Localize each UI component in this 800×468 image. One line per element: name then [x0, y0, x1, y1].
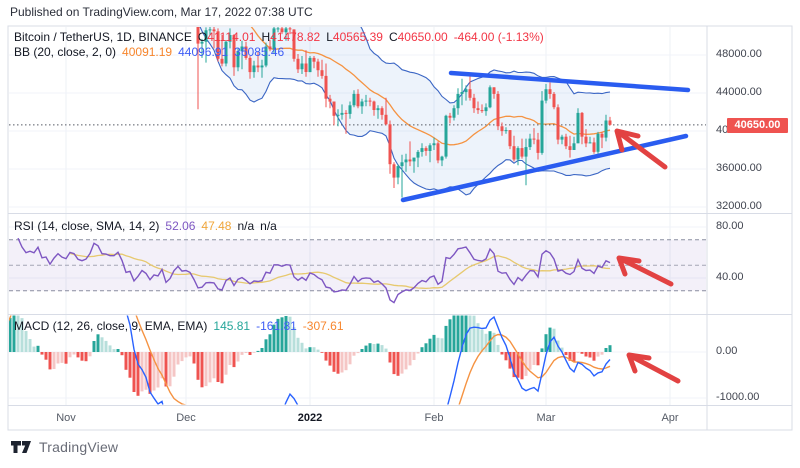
macd-axis-label: 0.00 [716, 345, 738, 357]
macd-title: MACD (12, 26, close, 9, EMA, EMA) [14, 319, 208, 333]
last-price-tag: 40650.00 [727, 118, 788, 133]
symbol-legend-row: Bitcoin / TetherUS, 1D, BINANCE O41114.01… [14, 30, 544, 45]
tradingview-brand-text: TradingView [39, 439, 119, 455]
symbol-title: Bitcoin / TetherUS, 1D, BINANCE [14, 30, 192, 44]
chart-canvas[interactable] [0, 0, 800, 468]
rsi-axis-label: 40.00 [716, 271, 744, 283]
rsi-sma-value: 47.48 [201, 219, 232, 233]
change-value: -464.00 (-1.13%) [453, 30, 544, 44]
rsi-na1: n/a [237, 219, 255, 233]
time-axis-label: Nov [56, 412, 76, 424]
macd-signal-value: -307.61 [302, 319, 344, 333]
tradingview-logo-icon [11, 441, 31, 453]
time-axis-label: Apr [661, 412, 679, 424]
macd-value: -161.81 [256, 319, 297, 333]
tradingview-footer[interactable]: TradingView [10, 438, 118, 456]
time-axis-label: Mar [536, 412, 556, 424]
published-caption: Published on TradingView.com, Mar 17, 20… [10, 5, 313, 19]
time-axis-label: Feb [424, 412, 444, 424]
published-chart-image: Published on TradingView.com, Mar 17, 20… [0, 0, 800, 468]
rsi-na2: n/a [260, 219, 277, 233]
bb-title: BB (20, close, 2, 0) [14, 45, 117, 59]
high-label: H [261, 30, 271, 44]
rsi-title: RSI (14, close, SMA, 14, 2) [14, 219, 160, 233]
close-value: 40650.00 [397, 30, 448, 44]
low-label: L [326, 30, 333, 44]
price-axis-label: 32000.00 [716, 200, 762, 212]
symbol-legend: Bitcoin / TetherUS, 1D, BINANCE O41114.01… [14, 30, 544, 60]
price-axis-label: 36000.00 [716, 162, 762, 174]
bb-basis-value: 40091.19 [122, 45, 173, 59]
bb-legend-row: BB (20, close, 2, 0) 40091.19 44096.91 3608… [14, 45, 544, 60]
rsi-value: 52.06 [165, 219, 196, 233]
rsi-axis-label: 80.00 [716, 220, 744, 232]
bb-upper-value: 44096.91 [178, 45, 229, 59]
macd-axis-label: -1000.00 [716, 391, 760, 403]
price-axis-label: 44000.00 [716, 86, 762, 98]
open-value: 41114.01 [207, 30, 256, 44]
rsi-legend: RSI (14, close, SMA, 14, 2) 52.06 47.48 n/a… [14, 219, 277, 234]
time-axis-label: 2022 [297, 412, 323, 424]
macd-legend: MACD (12, 26, close, 9, EMA, EMA) 145.81-… [14, 319, 344, 334]
macd-hist-value: 145.81 [213, 319, 251, 333]
low-value: 40565.39 [332, 30, 383, 44]
price-axis-label: 48000.00 [716, 48, 762, 60]
close-label: C [388, 30, 398, 44]
bb-lower-value: 36085.46 [234, 45, 285, 59]
time-axis-label: Dec [176, 412, 196, 424]
high-value: 41478.82 [270, 30, 321, 44]
open-label: O [197, 30, 208, 44]
